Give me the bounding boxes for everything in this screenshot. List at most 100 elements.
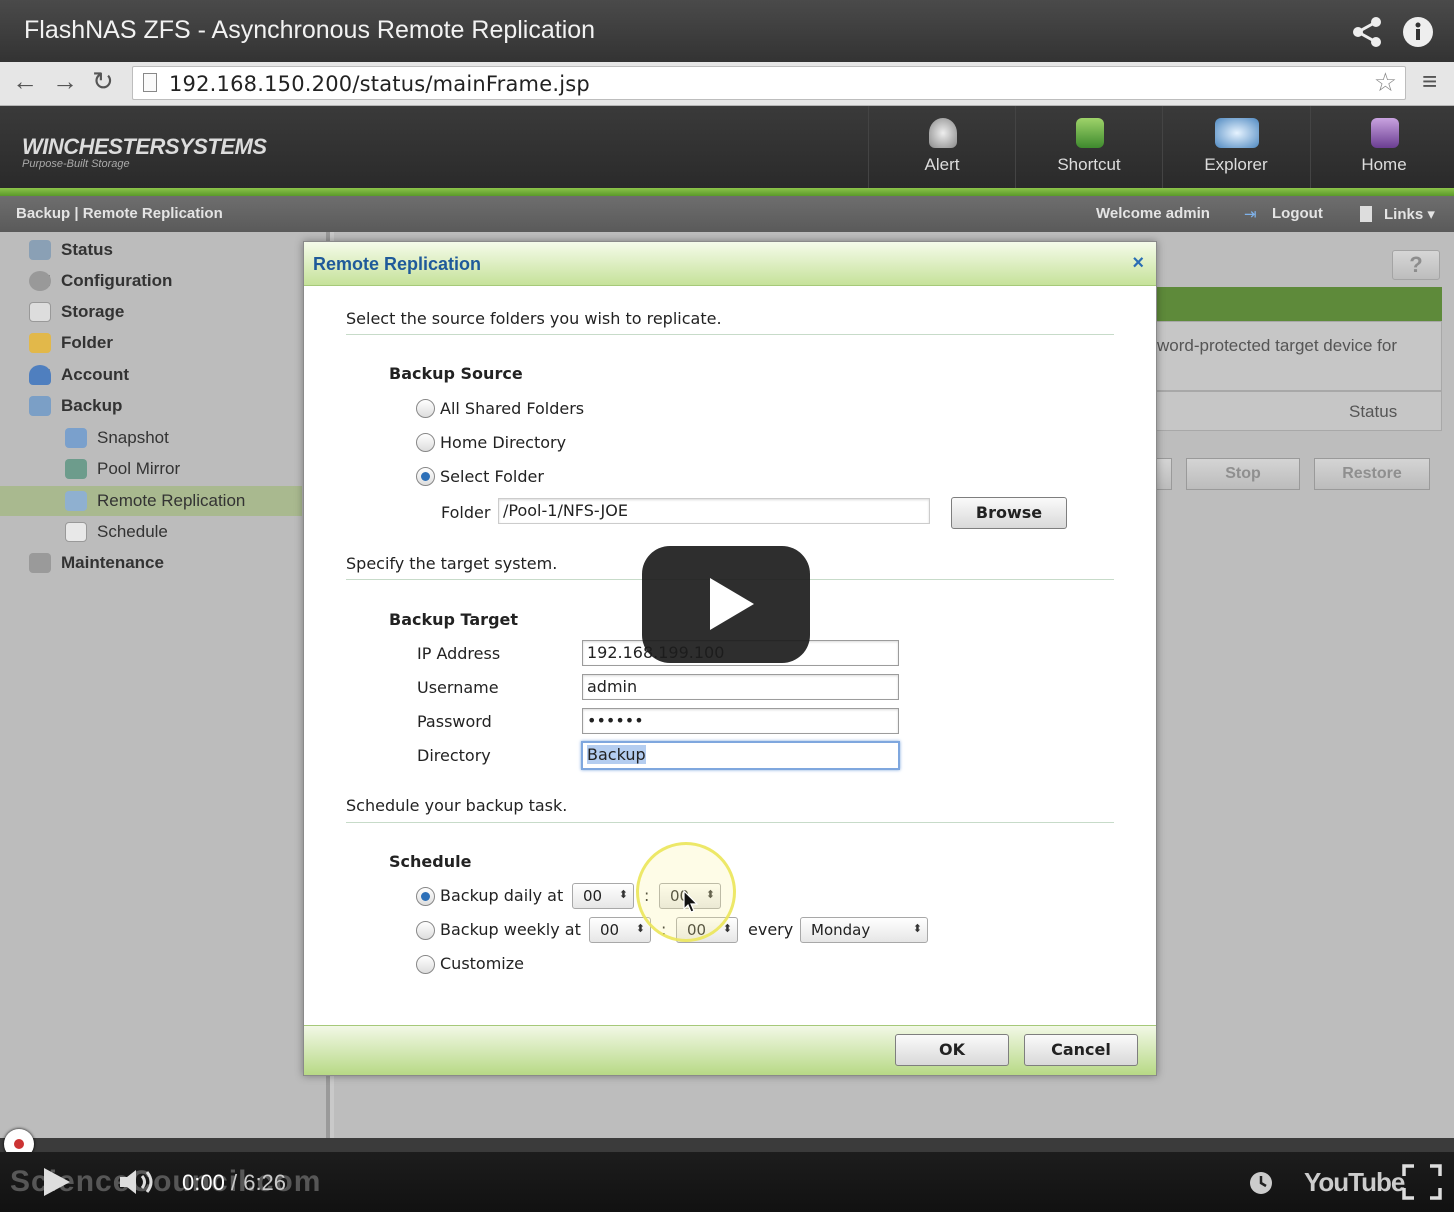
ok-button[interactable]: OK — [895, 1034, 1009, 1066]
time-display: 0:00 / 6:26 — [182, 1170, 287, 1195]
account-icon — [29, 365, 51, 385]
every-label: every — [748, 920, 794, 939]
calendar-icon — [65, 522, 87, 542]
sidebar-item-configuration[interactable]: +Configuration — [29, 267, 172, 295]
snapshot-icon — [65, 428, 87, 448]
target-heading: Backup Target — [389, 610, 519, 629]
radio-backup-daily[interactable] — [416, 887, 435, 906]
youtube-logo[interactable]: YouTube — [1304, 1167, 1405, 1198]
stop-button[interactable]: Stop — [1186, 458, 1300, 490]
weekly-hour-select[interactable]: 00 — [589, 917, 651, 943]
radio-customize[interactable] — [416, 955, 435, 974]
schedule-intro: Schedule your backup task. — [346, 796, 568, 815]
help-button[interactable]: ? — [1392, 250, 1440, 280]
reload-icon[interactable]: ↻ — [92, 66, 114, 97]
dialog-header: Remote Replication × — [304, 242, 1156, 286]
breadcrumb: Backup | Remote Replication — [16, 205, 223, 222]
forward-icon[interactable]: → — [52, 66, 78, 97]
pool-mirror-icon — [65, 459, 87, 479]
links-menu[interactable]: Links ▾ — [1384, 205, 1435, 223]
address-bar[interactable]: 192.168.150.200/status/mainFrame.jsp ☆ — [132, 66, 1406, 100]
partial-button[interactable] — [1156, 458, 1172, 490]
password-label: Password — [417, 712, 492, 731]
links-icon — [1360, 206, 1372, 222]
mouse-cursor-icon — [683, 890, 699, 913]
folder-path-field[interactable]: /Pool-1/NFS-JOE — [498, 498, 930, 524]
nav-alert[interactable]: Alert — [868, 106, 1015, 190]
nav-explorer[interactable]: Explorer — [1162, 106, 1309, 190]
sidebar-item-account[interactable]: +Account — [29, 361, 129, 389]
welcome-text: Welcome admin — [1096, 205, 1210, 222]
sidebar-item-schedule[interactable]: Schedule — [65, 518, 168, 546]
browse-button[interactable]: Browse — [951, 497, 1067, 529]
cancel-button[interactable]: Cancel — [1024, 1034, 1138, 1066]
radio-label: All Shared Folders — [440, 399, 585, 418]
url-text: 192.168.150.200/status/mainFrame.jsp — [169, 72, 590, 96]
restore-button[interactable]: Restore — [1314, 458, 1430, 490]
password-input[interactable]: •••••• — [582, 708, 899, 734]
browser-toolbar: ← → ↻ 192.168.150.200/status/mainFrame.j… — [0, 62, 1454, 106]
daily-hour-select[interactable]: 00 — [572, 883, 634, 909]
menu-icon[interactable]: ≡ — [1422, 66, 1437, 97]
sidebar-item-maintenance[interactable]: +Maintenance — [29, 549, 164, 577]
play-overlay-button[interactable] — [642, 546, 810, 663]
sidebar — [0, 232, 330, 1138]
dialog-footer: OK Cancel — [304, 1025, 1156, 1075]
radio-home-directory[interactable] — [416, 433, 435, 452]
brand-logo: WINCHESTERSYSTEMS Purpose-Built Storage — [22, 134, 267, 170]
sidebar-item-backup[interactable]: −Backup — [29, 392, 122, 420]
video-title-bar: FlashNAS ZFS - Asynchronous Remote Repli… — [0, 0, 1454, 62]
bookmark-star-icon[interactable]: ☆ — [1374, 67, 1397, 98]
divider — [346, 822, 1114, 823]
radio-label: Backup daily at — [440, 886, 564, 905]
logout-icon: ⇥ — [1244, 206, 1257, 223]
sidebar-item-pool-mirror[interactable]: Pool Mirror — [65, 455, 180, 483]
remote-replication-icon — [65, 491, 87, 511]
close-icon[interactable]: × — [1132, 252, 1144, 275]
sidebar-item-storage[interactable]: +Storage — [29, 298, 124, 326]
username-label: Username — [417, 678, 499, 697]
share-icon[interactable] — [1352, 16, 1384, 48]
radio-label: Backup weekly at — [440, 920, 581, 939]
watch-later-icon[interactable] — [1248, 1170, 1274, 1196]
sub-header: Backup | Remote Replication Welcome admi… — [0, 196, 1454, 232]
sidebar-item-snapshot[interactable]: Snapshot — [65, 424, 169, 452]
weekday-select[interactable]: Monday — [800, 917, 928, 943]
username-input[interactable]: admin — [582, 674, 899, 700]
video-title[interactable]: FlashNAS ZFS - Asynchronous Remote Repli… — [24, 16, 595, 45]
page-icon — [143, 73, 157, 92]
gear-icon — [29, 271, 51, 291]
dialog-title: Remote Replication — [313, 254, 482, 274]
folder-label: Folder — [441, 503, 491, 522]
sidebar-item-status[interactable]: +Status — [29, 236, 113, 264]
status-icon — [29, 240, 51, 260]
play-icon[interactable] — [42, 1166, 72, 1198]
directory-label: Directory — [417, 746, 491, 765]
back-icon[interactable]: ← — [12, 66, 38, 97]
ip-label: IP Address — [417, 644, 501, 663]
explorer-icon — [1215, 118, 1259, 148]
alert-icon — [929, 118, 957, 148]
sidebar-item-folder[interactable]: +Folder — [29, 329, 113, 357]
radio-all-shared-folders[interactable] — [416, 399, 435, 418]
progress-bar[interactable] — [0, 1138, 1454, 1152]
nav-shortcut[interactable]: Shortcut — [1015, 106, 1162, 190]
directory-input[interactable]: Backup — [581, 741, 900, 770]
shortcut-icon — [1076, 118, 1104, 148]
radio-label: Select Folder — [440, 467, 544, 486]
source-heading: Backup Source — [389, 364, 523, 383]
radio-label: Home Directory — [440, 433, 567, 452]
info-icon[interactable] — [1402, 16, 1434, 48]
description-text: word-protected target device for — [1157, 336, 1398, 355]
radio-backup-weekly[interactable] — [416, 921, 435, 940]
logout-link[interactable]: Logout — [1272, 205, 1323, 222]
radio-select-folder[interactable] — [416, 467, 435, 486]
description-panel: word-protected target device for — [1156, 321, 1442, 391]
tools-icon — [29, 553, 51, 573]
sidebar-item-remote-replication[interactable]: Remote Replication — [65, 487, 245, 515]
radio-label: Customize — [440, 954, 524, 973]
fullscreen-icon[interactable] — [1402, 1164, 1442, 1200]
volume-icon[interactable] — [118, 1168, 158, 1196]
nav-home[interactable]: Home — [1310, 106, 1454, 190]
panel-header-bar — [1156, 287, 1442, 321]
